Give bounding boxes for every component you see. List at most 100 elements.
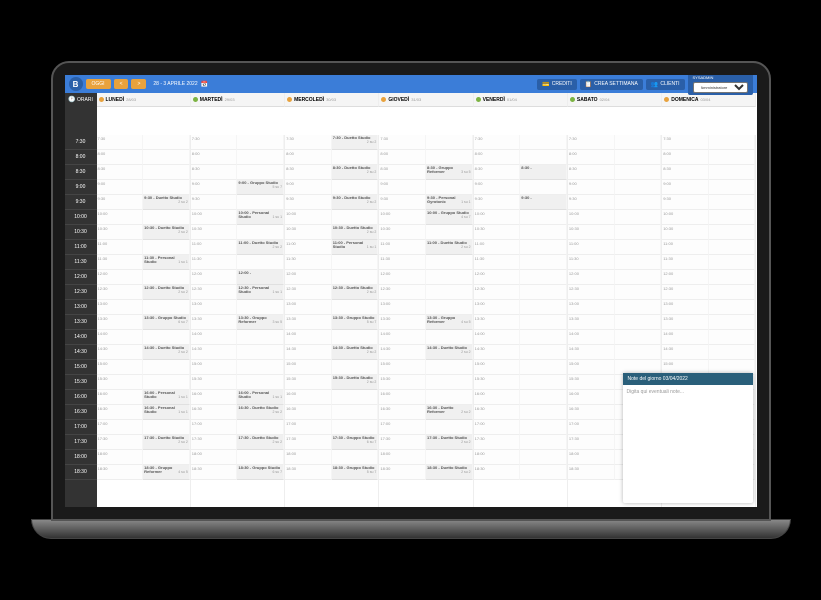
- time-subslot[interactable]: 14:00: [97, 330, 144, 345]
- time-subslot[interactable]: 18:30: [379, 465, 426, 480]
- event-slot[interactable]: [332, 420, 379, 435]
- event-slot[interactable]: [520, 135, 567, 150]
- time-subslot[interactable]: 11:00: [662, 240, 709, 255]
- event-slot[interactable]: 10:30 - Duetto Studio2 su 2: [332, 225, 379, 240]
- time-subslot[interactable]: 18:30: [191, 465, 238, 480]
- time-subslot[interactable]: 14:30: [662, 345, 709, 360]
- event-slot[interactable]: 16:30 - Duetto Studio2 su 2: [237, 405, 284, 420]
- event-slot[interactable]: [709, 330, 756, 345]
- time-subslot[interactable]: 17:00: [474, 420, 521, 435]
- time-subslot[interactable]: 15:00: [285, 360, 332, 375]
- event-slot[interactable]: [520, 150, 567, 165]
- time-subslot[interactable]: 9:00: [285, 180, 332, 195]
- time-subslot[interactable]: 10:00: [568, 210, 615, 225]
- event-slot[interactable]: 16:00 - Personal Studio1 su 1: [143, 390, 190, 405]
- event-slot[interactable]: [332, 405, 379, 420]
- event-slot[interactable]: [143, 375, 190, 390]
- event-slot[interactable]: [520, 225, 567, 240]
- event-slot[interactable]: [615, 300, 662, 315]
- event-slot[interactable]: [237, 360, 284, 375]
- time-subslot[interactable]: 14:30: [285, 345, 332, 360]
- event-slot[interactable]: [426, 420, 473, 435]
- event-slot[interactable]: [520, 450, 567, 465]
- time-subslot[interactable]: 18:30: [474, 465, 521, 480]
- time-subslot[interactable]: 12:30: [97, 285, 144, 300]
- event-slot[interactable]: 13:30 - Gruppo Studio6 su 7: [143, 315, 190, 330]
- event-slot[interactable]: [426, 180, 473, 195]
- event-slot[interactable]: [615, 240, 662, 255]
- event-slot[interactable]: [332, 330, 379, 345]
- time-subslot[interactable]: 13:00: [474, 300, 521, 315]
- time-subslot[interactable]: 11:00: [191, 240, 238, 255]
- time-subslot[interactable]: 16:30: [97, 405, 144, 420]
- event-slot[interactable]: 10:30 - Duetto Studio2 su 2: [143, 225, 190, 240]
- event-slot[interactable]: 15:30 - Duetto Studio2 su 2: [332, 375, 379, 390]
- day-header-mar[interactable]: MARTEDÌ29/03: [191, 93, 285, 107]
- event-slot[interactable]: [426, 150, 473, 165]
- time-subslot[interactable]: 8:00: [97, 150, 144, 165]
- event-slot[interactable]: [237, 300, 284, 315]
- event-slot[interactable]: [332, 390, 379, 405]
- time-subslot[interactable]: 18:00: [97, 450, 144, 465]
- event-slot[interactable]: [709, 180, 756, 195]
- event-slot[interactable]: [520, 300, 567, 315]
- time-subslot[interactable]: 17:00: [379, 420, 426, 435]
- time-subslot[interactable]: 18:00: [379, 450, 426, 465]
- time-subslot[interactable]: 12:00: [568, 270, 615, 285]
- event-slot[interactable]: [426, 270, 473, 285]
- time-subslot[interactable]: 15:00: [191, 360, 238, 375]
- time-subslot[interactable]: 11:30: [191, 255, 238, 270]
- time-subslot[interactable]: 7:30: [97, 135, 144, 150]
- event-slot[interactable]: [615, 285, 662, 300]
- time-subslot[interactable]: 15:00: [568, 360, 615, 375]
- time-subslot[interactable]: 15:00: [474, 360, 521, 375]
- event-slot[interactable]: 14:30 - Duetto Studio2 su 2: [426, 345, 473, 360]
- time-subslot[interactable]: 17:30: [568, 435, 615, 450]
- event-slot[interactable]: 12:30 - Duetto Studio2 su 2: [332, 285, 379, 300]
- time-subslot[interactable]: 10:00: [474, 210, 521, 225]
- event-slot[interactable]: [520, 465, 567, 480]
- time-subslot[interactable]: 17:00: [285, 420, 332, 435]
- time-subslot[interactable]: 8:00: [662, 150, 709, 165]
- time-subslot[interactable]: 18:00: [568, 450, 615, 465]
- event-slot[interactable]: [332, 360, 379, 375]
- event-slot[interactable]: [615, 270, 662, 285]
- time-subslot[interactable]: 7:30: [285, 135, 332, 150]
- time-subslot[interactable]: 12:30: [474, 285, 521, 300]
- event-slot[interactable]: [520, 345, 567, 360]
- day-header-gio[interactable]: GIOVEDÌ31/03: [379, 93, 473, 107]
- event-slot[interactable]: 16:30 - Personal Studio1 su 1: [143, 405, 190, 420]
- event-slot[interactable]: [426, 450, 473, 465]
- time-subslot[interactable]: 10:30: [191, 225, 238, 240]
- prev-button[interactable]: <: [114, 79, 129, 89]
- time-subslot[interactable]: 14:30: [379, 345, 426, 360]
- day-col-gio[interactable]: 7:308:008:308:30 - Gruppo Reformer3 su 5…: [379, 135, 473, 508]
- event-slot[interactable]: 11:30 - Personal Studio1 su 1: [143, 255, 190, 270]
- event-slot[interactable]: [237, 345, 284, 360]
- time-subslot[interactable]: 9:00: [662, 180, 709, 195]
- time-subslot[interactable]: 15:30: [97, 375, 144, 390]
- time-subslot[interactable]: 8:00: [568, 150, 615, 165]
- time-subslot[interactable]: 11:00: [97, 240, 144, 255]
- event-slot[interactable]: [709, 315, 756, 330]
- time-subslot[interactable]: 10:30: [568, 225, 615, 240]
- event-slot[interactable]: [237, 375, 284, 390]
- event-slot[interactable]: 18:30 - Gruppo Studio5 su 7: [332, 465, 379, 480]
- event-slot[interactable]: [143, 135, 190, 150]
- event-slot[interactable]: [143, 270, 190, 285]
- time-subslot[interactable]: 8:00: [379, 150, 426, 165]
- time-subslot[interactable]: 11:00: [379, 240, 426, 255]
- time-subslot[interactable]: 12:30: [379, 285, 426, 300]
- event-slot[interactable]: 7:30 - Duetto Studio2 su 2: [332, 135, 379, 150]
- day-header-mer[interactable]: MERCOLEDÌ30/03: [285, 93, 379, 107]
- event-slot[interactable]: [143, 330, 190, 345]
- event-slot[interactable]: [709, 165, 756, 180]
- time-subslot[interactable]: 12:00: [662, 270, 709, 285]
- event-slot[interactable]: 8:30 -: [520, 165, 567, 180]
- event-slot[interactable]: [709, 135, 756, 150]
- time-subslot[interactable]: 12:30: [191, 285, 238, 300]
- time-subslot[interactable]: 10:30: [285, 225, 332, 240]
- event-slot[interactable]: 9:30 - Duetto Studio2 su 2: [143, 195, 190, 210]
- time-subslot[interactable]: 8:00: [474, 150, 521, 165]
- event-slot[interactable]: 11:00 - Duetto Studio2 su 2: [237, 240, 284, 255]
